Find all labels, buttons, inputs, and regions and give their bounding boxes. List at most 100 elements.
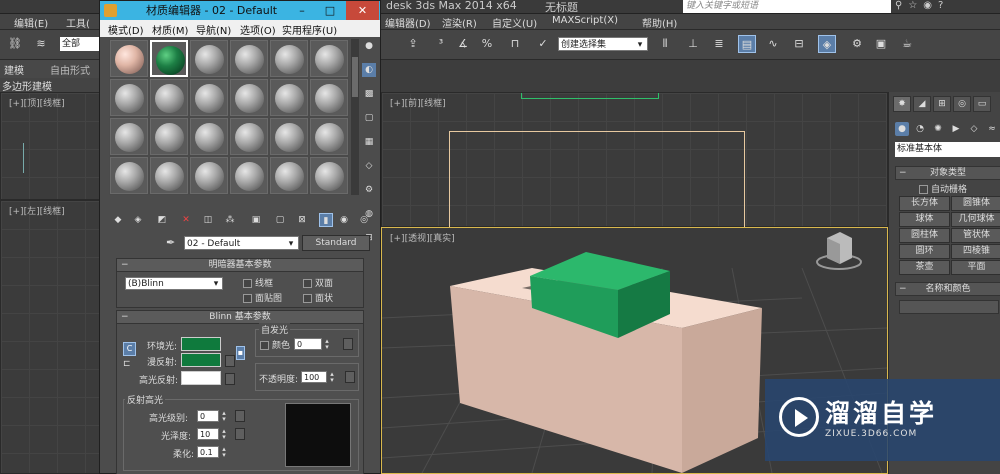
- selection-filter-dropdown[interactable]: 全部: [60, 37, 100, 51]
- scrollbar-thumb[interactable]: [352, 57, 358, 97]
- helpers-icon[interactable]: ◇: [967, 122, 981, 136]
- menu-maxscript[interactable]: MAXScript(X): [552, 15, 618, 26]
- menu-tools[interactable]: 工具(: [66, 15, 90, 30]
- lock-map-icon[interactable]: ▪: [236, 346, 245, 360]
- render-setup-icon[interactable]: ⚙: [848, 35, 866, 53]
- opacity-map-button[interactable]: [345, 371, 355, 383]
- sample-slot[interactable]: [150, 157, 188, 194]
- self-illum-value-input[interactable]: 0: [294, 338, 322, 350]
- plane-button[interactable]: 平面: [951, 260, 1000, 275]
- spinner-icon[interactable]: ▴ ▾: [328, 371, 336, 384]
- viewport-front-label[interactable]: [+][前][线框]: [390, 96, 446, 109]
- snap-3d-icon[interactable]: ³: [432, 35, 450, 53]
- motion-tab-icon[interactable]: ◎: [953, 96, 971, 112]
- lock-ambient-diffuse-icon[interactable]: C: [123, 342, 136, 356]
- geometry-icon[interactable]: ●: [895, 122, 909, 136]
- name-color-rollout[interactable]: − 名称和颜色: [895, 282, 1000, 296]
- sample-slot[interactable]: [270, 40, 308, 77]
- specular-color-swatch[interactable]: [181, 371, 221, 385]
- sample-slot[interactable]: [270, 157, 308, 194]
- sample-slot[interactable]: [110, 40, 148, 77]
- render-teapot-icon[interactable]: ☕: [898, 35, 916, 53]
- viewport-left[interactable]: [+][左][线框]: [0, 200, 100, 474]
- material-type-button[interactable]: Standard: [302, 235, 370, 251]
- spacewarps-icon[interactable]: ≈: [985, 122, 999, 136]
- menu-graph-editors[interactable]: 编辑器(D): [385, 15, 431, 30]
- viewport-top-label[interactable]: [+][顶][线框]: [9, 96, 65, 109]
- face-map-checkbox[interactable]: 面贴图: [243, 291, 282, 304]
- material-editor-icon[interactable]: ◈: [818, 35, 836, 53]
- background-icon[interactable]: ▩: [362, 87, 376, 101]
- faceted-checkbox[interactable]: 面状: [303, 291, 333, 304]
- modify-tab-icon[interactable]: ◢: [913, 96, 931, 112]
- viewcube-icon[interactable]: [816, 232, 862, 270]
- sample-slot[interactable]: [230, 40, 268, 77]
- blinn-basic-params-header[interactable]: − Blinn 基本参数: [117, 311, 363, 324]
- align-icon[interactable]: ⊥: [684, 35, 702, 53]
- sample-slot[interactable]: [230, 118, 268, 155]
- sample-slot[interactable]: [310, 79, 348, 116]
- sample-slot[interactable]: [270, 118, 308, 155]
- sample-slots-scrollbar[interactable]: [351, 39, 359, 195]
- cylinder-button[interactable]: 圆柱体: [899, 228, 950, 243]
- viewport-top[interactable]: [+][顶][线框]: [0, 92, 100, 200]
- viewport-front[interactable]: [+][前][线框]: [381, 92, 888, 228]
- menu-utilities[interactable]: 实用程序(U): [282, 22, 337, 37]
- sample-slot[interactable]: [150, 118, 188, 155]
- sample-slot[interactable]: [310, 157, 348, 194]
- sample-slot[interactable]: [110, 118, 148, 155]
- curve-editor-icon[interactable]: ∿: [764, 35, 782, 53]
- material-name-field[interactable]: 02 - Default ▾: [184, 236, 299, 250]
- menu-material[interactable]: 材质(M): [152, 22, 188, 37]
- menu-options[interactable]: 选项(O): [240, 22, 276, 37]
- help-icon[interactable]: ?: [938, 0, 943, 14]
- sample-slot[interactable]: [110, 79, 148, 116]
- diffuse-color-swatch[interactable]: [181, 353, 221, 367]
- object-name-field[interactable]: [899, 300, 999, 314]
- specular-map-button[interactable]: [225, 373, 235, 385]
- link-icon[interactable]: ⛓: [6, 35, 24, 53]
- lights-icon[interactable]: ✺: [931, 122, 945, 136]
- shader-basic-params-header[interactable]: − 明暗器基本参数: [117, 259, 363, 272]
- unlink-icon[interactable]: ≋: [32, 35, 50, 53]
- menu-edit[interactable]: 编辑(E): [14, 15, 48, 30]
- video-color-check-icon[interactable]: ▦: [362, 135, 376, 149]
- menu-modes[interactable]: 模式(D): [108, 22, 144, 37]
- render-frame-icon[interactable]: ▣: [872, 35, 890, 53]
- make-unique-icon[interactable]: ⁂: [223, 213, 237, 227]
- schematic-view-icon[interactable]: ⊟: [790, 35, 808, 53]
- autogrid-checkbox[interactable]: 自动栅格: [919, 182, 967, 195]
- opacity-input[interactable]: 100: [301, 371, 327, 383]
- angle-snap-icon[interactable]: ∡: [454, 35, 472, 53]
- uv-tiling-icon[interactable]: ▢: [362, 111, 376, 125]
- sample-slot[interactable]: [150, 79, 188, 116]
- self-illum-map-button[interactable]: [343, 338, 353, 350]
- glossiness-input[interactable]: 10: [197, 428, 219, 440]
- assign-to-selection-icon[interactable]: ◩: [155, 213, 169, 227]
- menu-customize[interactable]: 自定义(U): [492, 15, 537, 30]
- sample-slot-active[interactable]: [150, 40, 188, 77]
- material-id-icon[interactable]: ▢: [273, 213, 287, 227]
- shader-type-dropdown[interactable]: (B)Blinn ▾: [125, 277, 223, 290]
- spinner-icon[interactable]: ▴ ▾: [220, 410, 228, 423]
- display-tab-icon[interactable]: ▭: [973, 96, 991, 112]
- minimize-button[interactable]: –: [289, 1, 315, 20]
- tab-modeling[interactable]: 建模: [4, 62, 24, 77]
- sample-slot[interactable]: [190, 157, 228, 194]
- primitive-category-dropdown[interactable]: 标准基本体: [895, 142, 1000, 157]
- sample-slot[interactable]: [230, 79, 268, 116]
- ribbon-polygon-modeling[interactable]: 多边形建模: [0, 78, 100, 93]
- pick-material-icon[interactable]: ✒: [166, 236, 175, 249]
- sphere-button[interactable]: 球体: [899, 212, 950, 227]
- torus-button[interactable]: 圆环: [899, 244, 950, 259]
- sample-slot[interactable]: [190, 40, 228, 77]
- spinner-icon[interactable]: ▴ ▾: [220, 428, 228, 441]
- hierarchy-tab-icon[interactable]: ⊞: [933, 96, 951, 112]
- teapot-button[interactable]: 茶壶: [899, 260, 950, 275]
- sample-slot[interactable]: [310, 40, 348, 77]
- community-icon[interactable]: ☆: [908, 0, 917, 14]
- binoculars-icon[interactable]: ⚲: [895, 0, 902, 14]
- put-to-scene-icon[interactable]: ◈: [131, 213, 145, 227]
- backlight-icon[interactable]: ◐: [362, 63, 376, 77]
- viewport-left-label[interactable]: [+][左][线框]: [9, 204, 65, 217]
